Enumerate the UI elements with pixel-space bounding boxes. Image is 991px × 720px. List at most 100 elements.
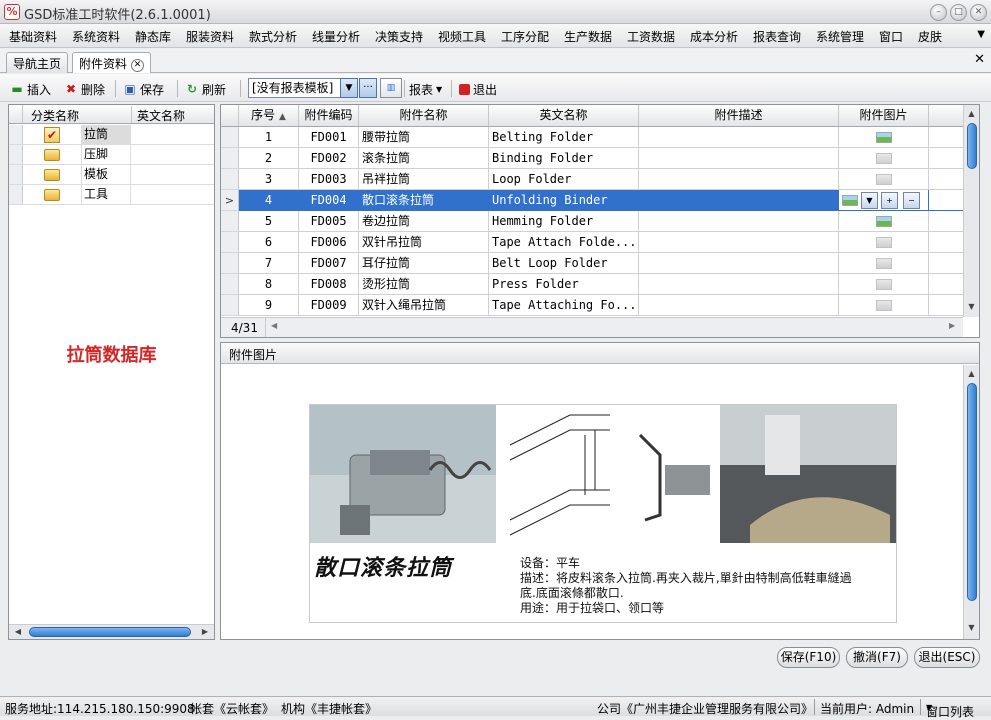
cell-no[interactable]: 2 [239, 148, 299, 169]
row-indicator[interactable] [221, 274, 239, 295]
category-row[interactable]: 压脚 [9, 145, 214, 165]
cell-image[interactable] [839, 148, 929, 169]
save-button[interactable]: ▣ 保存 [123, 80, 164, 98]
menu-report-query[interactable]: 报表查询 [753, 28, 801, 45]
document-close-icon[interactable]: ✕ [974, 52, 985, 67]
menu-process-allocation[interactable]: 工序分配 [501, 28, 549, 45]
cell-code[interactable]: FD005 [299, 211, 359, 232]
column-header-name[interactable]: 附件名称 [359, 105, 489, 126]
chart-icon[interactable]: ▥ [380, 78, 402, 98]
cell-image[interactable] [839, 295, 929, 316]
row-indicator[interactable]: > [221, 190, 239, 211]
cell-description[interactable] [639, 211, 839, 232]
table-row[interactable]: 8 FD008 烫形拉筒 Press Folder [221, 274, 963, 295]
column-header-code[interactable]: 附件编码 [299, 105, 359, 126]
cell-no[interactable]: 1 [239, 127, 299, 148]
cell-no[interactable]: 9 [239, 295, 299, 316]
row-indicator[interactable] [221, 127, 239, 148]
dropdown-button[interactable]: ▼ [861, 192, 878, 209]
cell-description[interactable] [639, 232, 839, 253]
scroll-thumb[interactable] [967, 383, 977, 601]
menu-cost-analysis[interactable]: 成本分析 [690, 28, 738, 45]
cell-image[interactable] [839, 232, 929, 253]
delete-button[interactable]: ✖ 删除 [64, 80, 105, 98]
exit-esc-button[interactable]: 退出(ESC) [914, 647, 980, 668]
scroll-up-icon[interactable]: ▲ [965, 367, 978, 381]
cell-english-name[interactable]: Loop Folder [489, 169, 639, 190]
scroll-right-icon[interactable]: ▶ [198, 626, 212, 638]
scroll-right-icon[interactable]: ▶ [949, 321, 955, 330]
exit-button[interactable]: 退出 [459, 80, 497, 98]
cell-name[interactable]: 滚条拉筒 [359, 148, 489, 169]
menu-decision-support[interactable]: 决策支持 [375, 28, 423, 45]
menu-video-tools[interactable]: 视频工具 [438, 28, 486, 45]
cell-name[interactable]: 耳仔拉筒 [359, 253, 489, 274]
cell-name[interactable]: 卷边拉筒 [359, 211, 489, 232]
maximize-button[interactable]: □ [950, 4, 967, 21]
row-indicator[interactable] [221, 253, 239, 274]
menu-thread-analysis[interactable]: 线量分析 [312, 28, 360, 45]
scroll-left-icon[interactable]: ◀ [11, 626, 25, 638]
scroll-up-icon[interactable]: ▲ [965, 107, 978, 121]
cell-name[interactable]: 双针入绳吊拉筒 [359, 295, 489, 316]
save-f10-button[interactable]: 保存(F10) [777, 647, 840, 668]
menu-garment-data[interactable]: 服装资料 [186, 28, 234, 45]
cell-image[interactable]: ▼ + − [839, 190, 929, 211]
column-header-english-name[interactable]: 英文名称 [137, 107, 185, 124]
remove-image-button[interactable]: − [903, 192, 920, 209]
cell-no[interactable]: 6 [239, 232, 299, 253]
column-header-description[interactable]: 附件描述 [639, 105, 839, 126]
cell-code[interactable]: FD006 [299, 232, 359, 253]
cell-english-name[interactable]: Binding Folder [489, 148, 639, 169]
category-row[interactable]: 工具 [9, 185, 214, 205]
cell-english-name[interactable]: Unfolding Binder [489, 190, 639, 211]
cell-name[interactable]: 散口滚条拉筒 [359, 190, 489, 211]
column-header-image[interactable]: 附件图片 [839, 105, 929, 126]
table-row[interactable]: 5 FD005 卷边拉筒 Hemming Folder [221, 211, 963, 232]
table-row[interactable]: 6 FD006 双针吊拉筒 Tape Attach Folde... [221, 232, 963, 253]
column-header-no[interactable]: 序号 ▲ [239, 105, 299, 126]
table-row[interactable]: 9 FD009 双针入绳吊拉筒 Tape Attaching Fo... [221, 295, 963, 316]
menu-style-analysis[interactable]: 款式分析 [249, 28, 297, 45]
menu-system-data[interactable]: 系统资料 [72, 28, 120, 45]
cell-english-name[interactable]: Belt Loop Folder [489, 253, 639, 274]
image-vertical-scrollbar[interactable]: ▲ ▼ [963, 365, 979, 639]
cell-code[interactable]: FD004 [299, 190, 359, 211]
cell-code[interactable]: FD008 [299, 274, 359, 295]
table-row[interactable]: 7 FD007 耳仔拉筒 Belt Loop Folder [221, 253, 963, 274]
cell-english-name[interactable]: Tape Attaching Fo... [489, 295, 639, 316]
cell-english-name[interactable]: Hemming Folder [489, 211, 639, 232]
column-header-english-name[interactable]: 英文名称 [489, 105, 639, 126]
cell-description[interactable] [639, 148, 839, 169]
cell-image[interactable] [839, 127, 929, 148]
cell-image[interactable] [839, 253, 929, 274]
scroll-down-icon[interactable]: ▼ [965, 621, 978, 635]
cell-no[interactable]: 3 [239, 169, 299, 190]
scroll-thumb[interactable] [29, 627, 191, 637]
scroll-down-icon[interactable]: ▼ [965, 300, 978, 314]
cell-code[interactable]: FD003 [299, 169, 359, 190]
more-button[interactable]: ··· [359, 78, 377, 98]
cell-description[interactable] [639, 295, 839, 316]
chevron-down-icon[interactable]: ▼ [340, 78, 358, 98]
menu-basic-data[interactable]: 基础资料 [9, 28, 57, 45]
row-indicator[interactable] [221, 148, 239, 169]
menu-static-library[interactable]: 静态库 [135, 28, 171, 45]
cell-description[interactable] [639, 169, 839, 190]
scroll-thumb[interactable] [967, 123, 977, 169]
category-row[interactable]: 模板 [9, 165, 214, 185]
menu-window[interactable]: 窗口 [879, 28, 903, 45]
minimize-button[interactable]: – [930, 4, 947, 21]
cell-description[interactable] [639, 127, 839, 148]
column-header-category-name[interactable]: 分类名称 [31, 107, 79, 124]
category-row[interactable]: ✔ 拉筒 [9, 125, 214, 145]
cancel-f7-button[interactable]: 撤消(F7) [846, 647, 908, 668]
category-horizontal-scrollbar[interactable]: ◀ ▶ [9, 624, 214, 639]
table-row[interactable]: 2 FD002 滚条拉筒 Binding Folder [221, 148, 963, 169]
report-menu-button[interactable]: 报表 ▼ [409, 80, 442, 98]
refresh-button[interactable]: ↻ 刷新 [185, 80, 226, 98]
tab-navigation-home[interactable]: 导航主页 [6, 52, 69, 73]
scroll-left-icon[interactable]: ◀ [271, 321, 277, 330]
cell-image[interactable] [839, 274, 929, 295]
menu-wage-data[interactable]: 工资数据 [627, 28, 675, 45]
